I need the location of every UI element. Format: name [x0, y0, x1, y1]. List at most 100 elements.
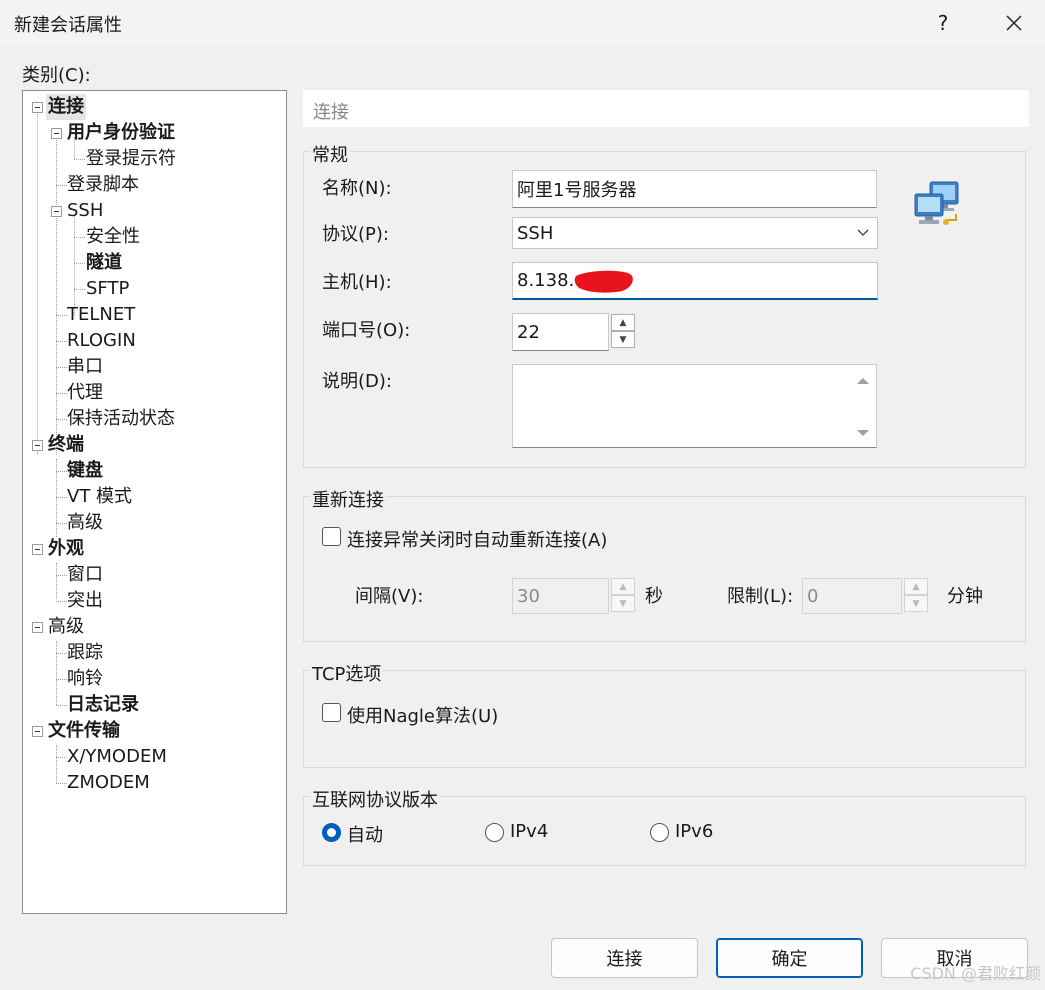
tree-item-ssh[interactable]: SSH — [67, 198, 103, 224]
tree-item-security[interactable]: 安全性 — [86, 224, 140, 250]
interval-input[interactable]: 30 — [512, 578, 609, 614]
collapse-icon[interactable] — [32, 102, 43, 113]
scroll-down-icon[interactable] — [851, 424, 875, 444]
tree-line — [56, 575, 67, 576]
nagle-checkbox[interactable] — [322, 703, 341, 722]
close-icon — [1006, 15, 1022, 31]
reconnect-legend: 重新连接 — [310, 486, 386, 512]
ip-auto-radio[interactable] — [322, 823, 341, 842]
interval-spinner[interactable]: ▲ ▼ — [611, 578, 635, 612]
description-scrollbar[interactable] — [851, 366, 875, 446]
ipv4-label[interactable]: IPv4 — [510, 821, 548, 842]
spin-up-icon[interactable]: ▲ — [904, 578, 928, 595]
tree-item-terminal-advanced[interactable]: 高级 — [67, 510, 103, 536]
tree-line — [56, 601, 67, 602]
tree-item-file-transfer[interactable]: 文件传输 — [48, 718, 120, 744]
tree-item-user-auth[interactable]: 用户身份验证 — [67, 120, 175, 146]
tree-item-serial[interactable]: 串口 — [67, 354, 103, 380]
ip-version-legend: 互联网协议版本 — [310, 786, 440, 812]
tree-item-proxy[interactable]: 代理 — [67, 380, 103, 406]
tree-item-sftp[interactable]: SFTP — [86, 276, 129, 302]
scroll-up-icon[interactable] — [851, 370, 875, 390]
limit-unit: 分钟 — [947, 586, 983, 607]
tree-item-login-script[interactable]: 登录脚本 — [67, 172, 139, 198]
spin-down-icon[interactable]: ▼ — [611, 595, 635, 612]
nagle-label[interactable]: 使用Nagle算法(U) — [347, 702, 498, 728]
tree-item-advanced[interactable]: 高级 — [48, 614, 84, 640]
tree-item-zmodem[interactable]: ZMODEM — [67, 770, 150, 796]
category-tree[interactable]: 连接 用户身份验证 登录提示符 登录脚本 SSH 安全性 隧道 SFTP TEL… — [22, 90, 287, 914]
spin-up-icon[interactable]: ▲ — [611, 578, 635, 595]
tree-line — [56, 135, 57, 455]
tree-item-keyboard[interactable]: 键盘 — [67, 458, 103, 484]
tree-line — [56, 745, 57, 783]
tree-line — [56, 315, 67, 316]
collapse-icon[interactable] — [32, 544, 43, 555]
tree-line — [56, 563, 57, 599]
auto-reconnect-checkbox[interactable] — [322, 527, 341, 546]
tree-item-appearance[interactable]: 外观 — [48, 536, 84, 562]
host-input[interactable]: 8.138. — [512, 262, 878, 300]
collapse-icon[interactable] — [32, 726, 43, 737]
protocol-label: 协议(P): — [322, 224, 389, 245]
tree-item-tunnel[interactable]: 隧道 — [86, 250, 122, 276]
window-title: 新建会话属性 — [14, 15, 122, 36]
tree-line — [56, 419, 67, 420]
tree-line — [56, 679, 67, 680]
tree-line — [56, 393, 67, 394]
ip-auto-label[interactable]: 自动 — [347, 821, 383, 847]
spin-down-icon[interactable]: ▼ — [904, 595, 928, 612]
spin-down-icon[interactable]: ▼ — [611, 331, 635, 348]
name-input[interactable]: 阿里1号服务器 — [512, 170, 877, 208]
tree-line — [56, 641, 57, 705]
ipv6-radio[interactable] — [650, 823, 669, 842]
tree-line — [56, 653, 67, 654]
general-legend: 常规 — [310, 141, 350, 167]
tree-item-xymodem[interactable]: X/YMODEM — [67, 744, 167, 770]
tree-line — [74, 215, 75, 315]
interval-unit: 秒 — [645, 586, 663, 607]
tree-line — [56, 367, 67, 368]
ipv4-radio[interactable] — [485, 823, 504, 842]
tree-line — [56, 497, 67, 498]
connect-button[interactable]: 连接 — [551, 938, 698, 978]
section-title: 连接 — [313, 102, 349, 123]
auto-reconnect-label[interactable]: 连接异常关闭时自动重新连接(A) — [347, 526, 607, 552]
tree-item-telnet[interactable]: TELNET — [67, 302, 135, 328]
port-spinner[interactable]: ▲ ▼ — [611, 314, 635, 348]
tree-line — [74, 289, 85, 290]
collapse-icon[interactable] — [51, 128, 62, 139]
protocol-select[interactable]: SSH — [512, 217, 878, 249]
tree-item-terminal[interactable]: 终端 — [48, 432, 84, 458]
ipv6-label[interactable]: IPv6 — [675, 821, 713, 842]
help-button[interactable]: ? — [918, 0, 968, 46]
close-button[interactable] — [988, 0, 1040, 46]
collapse-icon[interactable] — [32, 440, 43, 451]
port-input[interactable]: 22 — [512, 313, 609, 351]
limit-spinner[interactable]: ▲ ▼ — [904, 578, 928, 612]
tree-item-vt-mode[interactable]: VT 模式 — [67, 484, 132, 510]
collapse-icon[interactable] — [32, 622, 43, 633]
collapse-icon[interactable] — [51, 206, 62, 217]
tree-item-keepalive[interactable]: 保持活动状态 — [67, 406, 175, 432]
tree-line — [56, 705, 67, 706]
limit-input[interactable]: 0 — [802, 578, 902, 614]
tree-line — [56, 471, 67, 472]
spin-up-icon[interactable]: ▲ — [611, 314, 635, 331]
tree-line — [37, 109, 38, 455]
limit-label: 限制(L): — [727, 586, 794, 607]
ok-button[interactable]: 确定 — [716, 938, 863, 978]
section-header — [303, 90, 1029, 127]
tree-item-connection[interactable]: 连接 — [46, 94, 86, 120]
tree-line — [74, 263, 85, 264]
redaction-mark — [574, 270, 634, 293]
tree-item-logging[interactable]: 日志记录 — [67, 692, 139, 718]
tree-item-bell[interactable]: 响铃 — [67, 666, 103, 692]
tree-item-login-prompt[interactable]: 登录提示符 — [86, 146, 176, 172]
tree-item-rlogin[interactable]: RLOGIN — [67, 328, 136, 354]
tree-item-window[interactable]: 窗口 — [67, 562, 103, 588]
tree-item-highlight[interactable]: 突出 — [67, 588, 103, 614]
description-textarea[interactable] — [512, 364, 877, 448]
network-computers-icon — [914, 181, 959, 225]
tree-item-trace[interactable]: 跟踪 — [67, 640, 103, 666]
